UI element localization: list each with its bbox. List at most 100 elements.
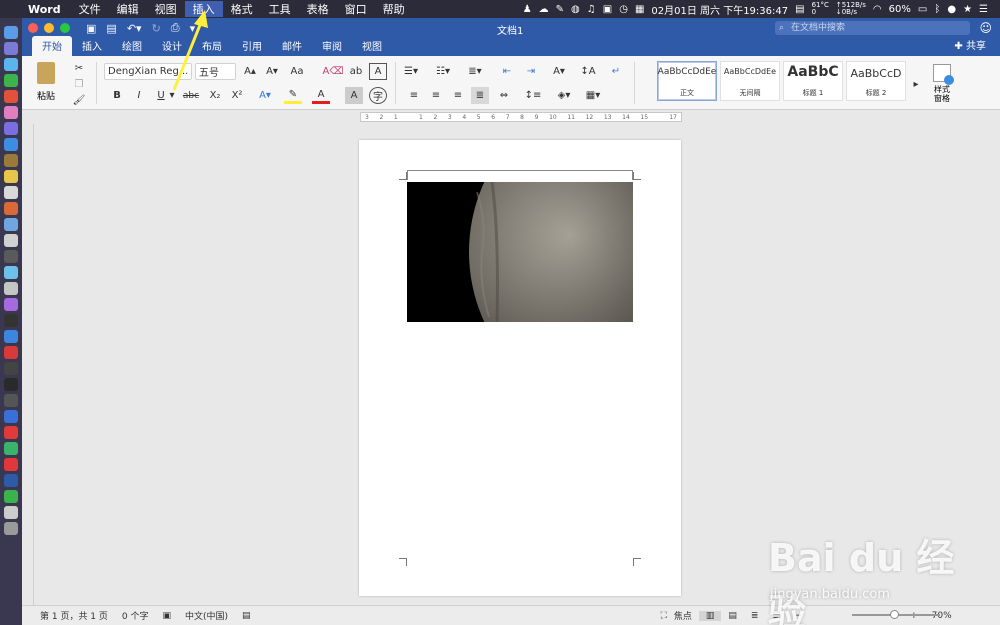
document-page[interactable] bbox=[359, 140, 681, 596]
tab-home[interactable]: 开始 bbox=[32, 36, 72, 56]
word-count[interactable]: 0 个字 bbox=[115, 609, 156, 622]
app-icon-27[interactable] bbox=[4, 442, 18, 455]
app-icon-31[interactable] bbox=[4, 506, 18, 519]
align-right-icon[interactable]: ≡ bbox=[449, 87, 467, 104]
minimize-window-button[interactable] bbox=[44, 23, 54, 33]
highlight-color-icon[interactable]: ✎ bbox=[284, 87, 302, 104]
qq-icon[interactable]: ♟ bbox=[523, 4, 532, 15]
save-icon[interactable]: ▤ bbox=[106, 22, 116, 35]
wifi-icon[interactable]: ◠ bbox=[873, 4, 882, 15]
numbering-icon[interactable]: ☷▾ bbox=[434, 63, 452, 80]
edit-icon[interactable]: ✎ bbox=[556, 4, 564, 15]
undo-icon[interactable]: ↶▾ bbox=[127, 22, 142, 35]
app-icon-26[interactable] bbox=[4, 426, 18, 439]
star-icon[interactable]: ★ bbox=[963, 4, 972, 15]
shading-icon[interactable]: ◈▾ bbox=[555, 87, 573, 104]
battery-icon[interactable]: ▭ bbox=[918, 4, 927, 15]
text-effects-icon[interactable]: A▾ bbox=[256, 87, 274, 104]
tab-references[interactable]: 引用 bbox=[232, 36, 272, 56]
format-painter-icon[interactable]: 🖌 bbox=[70, 92, 88, 109]
styles-more-icon[interactable]: ▸ bbox=[907, 76, 925, 93]
menu-table[interactable]: 表格 bbox=[299, 1, 337, 17]
app-icon-19[interactable] bbox=[4, 314, 18, 327]
focus-icon[interactable]: ⛶ bbox=[654, 611, 674, 621]
paste-button[interactable]: 粘贴 bbox=[30, 62, 62, 104]
tab-review[interactable]: 审阅 bbox=[312, 36, 352, 56]
globe-icon[interactable]: ◍ bbox=[571, 4, 580, 15]
app-icon-25[interactable] bbox=[4, 410, 18, 423]
app-menu-word[interactable]: Word bbox=[20, 3, 71, 16]
increase-indent-icon[interactable]: ⇥ bbox=[522, 63, 540, 80]
chrome-icon[interactable] bbox=[4, 90, 18, 103]
style-heading-1[interactable]: AaBbC 标题 1 bbox=[783, 61, 843, 101]
sidebar-toggle-icon[interactable]: ▣ bbox=[86, 22, 96, 35]
list-icon[interactable]: ☰ bbox=[979, 4, 988, 15]
sort-icon[interactable]: ↕A bbox=[579, 63, 597, 80]
asian-layout-icon[interactable]: A▾ bbox=[550, 63, 568, 80]
menu-help[interactable]: 帮助 bbox=[375, 1, 413, 17]
finder-icon[interactable] bbox=[4, 26, 18, 39]
app-icon-13[interactable] bbox=[4, 218, 18, 231]
safari-icon[interactable] bbox=[4, 58, 18, 71]
language-label[interactable]: 中文(中国) bbox=[178, 609, 235, 622]
page-count[interactable]: 第 1 页，共 1 页 bbox=[22, 609, 115, 622]
align-left-icon[interactable]: ≡ bbox=[405, 87, 423, 104]
enclose-characters-icon[interactable]: 字 bbox=[369, 87, 387, 104]
line-spacing-icon[interactable]: ↕≡ bbox=[524, 87, 542, 104]
multilevel-list-icon[interactable]: ≣▾ bbox=[466, 63, 484, 80]
justify-icon[interactable]: ≣ bbox=[471, 87, 489, 104]
menu-edit[interactable]: 编辑 bbox=[109, 1, 147, 17]
wechat-icon[interactable] bbox=[4, 74, 18, 87]
copy-icon[interactable]: ❐ bbox=[70, 76, 88, 93]
tab-mailings[interactable]: 邮件 bbox=[272, 36, 312, 56]
borders-icon[interactable]: ▦▾ bbox=[584, 87, 602, 104]
music-icon[interactable]: ♫ bbox=[587, 4, 596, 15]
menu-file[interactable]: 文件 bbox=[71, 1, 109, 17]
app-icon-7[interactable] bbox=[4, 122, 18, 135]
chat-icon[interactable]: ▣ bbox=[603, 4, 612, 15]
decrease-indent-icon[interactable]: ⇤ bbox=[498, 63, 516, 80]
app-icon-17[interactable] bbox=[4, 282, 18, 295]
shrink-font-icon[interactable]: A▾ bbox=[263, 63, 281, 80]
distributed-icon[interactable]: ⇔ bbox=[495, 87, 513, 104]
character-border-icon[interactable]: A bbox=[369, 63, 387, 80]
launchpad-icon[interactable] bbox=[4, 42, 18, 55]
macro-record-icon[interactable]: ▤ bbox=[235, 611, 258, 621]
trash-icon[interactable] bbox=[4, 522, 18, 535]
share-button[interactable]: ✚ 共享 bbox=[940, 37, 1000, 56]
app-icon-28[interactable] bbox=[4, 458, 18, 471]
superscript-button[interactable]: X² bbox=[228, 87, 246, 104]
user-icon[interactable]: ● bbox=[947, 4, 956, 15]
cut-icon[interactable]: ✂ bbox=[70, 60, 88, 77]
tab-insert[interactable]: 插入 bbox=[72, 36, 112, 56]
italic-button[interactable]: I bbox=[130, 87, 148, 104]
print-layout-icon[interactable]: ▥ bbox=[698, 610, 722, 621]
inserted-planet-image[interactable] bbox=[407, 182, 633, 322]
word-dock-icon[interactable] bbox=[4, 474, 18, 487]
proofing-icon[interactable]: ▣ bbox=[156, 611, 179, 621]
app-icon-20[interactable] bbox=[4, 330, 18, 343]
app-icon-21[interactable] bbox=[4, 346, 18, 359]
styles-pane-button[interactable]: 样式 窗格 bbox=[927, 64, 957, 103]
app-icon-23[interactable] bbox=[4, 378, 18, 391]
font-color-icon[interactable]: A bbox=[312, 87, 330, 104]
close-window-button[interactable] bbox=[28, 23, 38, 33]
app-icon-12[interactable] bbox=[4, 202, 18, 215]
vertical-ruler[interactable] bbox=[22, 124, 34, 605]
app-icon-30[interactable] bbox=[4, 490, 18, 503]
focus-label[interactable]: 焦点 bbox=[674, 609, 699, 622]
character-shading-icon[interactable]: A bbox=[345, 87, 363, 104]
app-icon-18[interactable] bbox=[4, 298, 18, 311]
menu-window[interactable]: 窗口 bbox=[337, 1, 375, 17]
app-icon-10[interactable] bbox=[4, 170, 18, 183]
tab-view[interactable]: 视图 bbox=[352, 36, 392, 56]
app-icon-16[interactable] bbox=[4, 266, 18, 279]
clear-formatting-icon[interactable]: A⌫ bbox=[323, 63, 344, 80]
bullets-icon[interactable]: ☰▾ bbox=[402, 63, 420, 80]
clock-icon[interactable]: ◷ bbox=[619, 4, 628, 15]
app-icon-6[interactable] bbox=[4, 106, 18, 119]
calendar-icon[interactable]: ▦ bbox=[635, 4, 644, 15]
app-icon-24[interactable] bbox=[4, 394, 18, 407]
change-case-icon[interactable]: Aa bbox=[288, 63, 306, 80]
bluetooth-icon[interactable]: ᛒ bbox=[934, 4, 940, 15]
